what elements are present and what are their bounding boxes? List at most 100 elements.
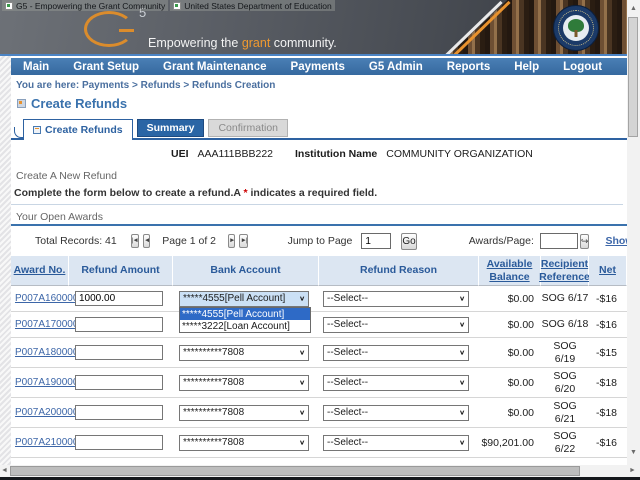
refund-amount-input[interactable] xyxy=(75,435,163,450)
vertical-scrollbar[interactable]: ▲ ▼ xyxy=(627,0,640,465)
bank-account-select[interactable]: **********7808 ∨ xyxy=(179,435,309,451)
tab-create-refunds[interactable]: Create Refunds xyxy=(23,119,133,140)
nav-main[interactable]: Main xyxy=(11,61,61,73)
broken-image-icon xyxy=(173,2,181,10)
chevron-down-icon: ∨ xyxy=(299,295,305,302)
tagline: Empowering the grant community. xyxy=(148,36,337,50)
bank-account-select[interactable]: *****4555[Pell Account] ∨ xyxy=(179,291,309,307)
g5-logo-g-icon xyxy=(84,11,134,47)
create-refund-section-title: Create A New Refund xyxy=(16,170,117,182)
select-value: **********7808 xyxy=(183,377,244,388)
header-recipient-reference[interactable]: Recipient Reference xyxy=(541,256,589,286)
select-value: --Select-- xyxy=(327,319,368,330)
recipient-reference-cell: SOG 6/22 xyxy=(541,428,589,458)
main-content: You are here: Payments > Refunds > Refun… xyxy=(11,75,627,465)
refund-reason-select[interactable]: --Select-- ∨ xyxy=(323,291,469,307)
awards-per-page-input[interactable] xyxy=(540,233,578,249)
header-refund-reason: Refund Reason xyxy=(319,256,479,286)
open-awards-section-title: Your Open Awards xyxy=(16,211,103,223)
recipient-reference-cell: SOG 6/19 xyxy=(541,338,589,368)
awards-per-page-go-icon[interactable]: ↪ xyxy=(580,234,590,249)
tab-summary[interactable]: Summary xyxy=(137,119,205,137)
chevron-down-icon: ∨ xyxy=(459,349,465,356)
select-value: --Select-- xyxy=(327,377,368,388)
form-instruction: Complete the form below to create a refu… xyxy=(14,187,377,199)
chevron-down-icon: ∨ xyxy=(299,439,305,446)
nav-payments[interactable]: Payments xyxy=(279,61,357,73)
nav-g5-admin[interactable]: G5 Admin xyxy=(357,61,435,73)
chevron-down-icon: ∨ xyxy=(459,409,465,416)
chevron-down-icon: ∨ xyxy=(459,321,465,328)
broken-image-left-text: G5 - Empowering the Grant Community xyxy=(16,1,165,11)
refund-reason-select[interactable]: --Select-- ∨ xyxy=(323,317,469,333)
available-balance-cell: $0.00 xyxy=(479,398,541,428)
scroll-right-icon[interactable]: ► xyxy=(629,467,636,474)
header-available-balance[interactable]: Available Balance xyxy=(479,256,541,286)
table-row: P007A210000 **********7808 ∨ --Select-- … xyxy=(11,428,627,458)
nav-reports[interactable]: Reports xyxy=(435,61,502,73)
nav-grant-setup[interactable]: Grant Setup xyxy=(61,61,151,73)
breadcrumb: You are here: Payments > Refunds > Refun… xyxy=(16,80,275,91)
refund-amount-input[interactable] xyxy=(75,317,163,332)
recipient-reference-cell: SOG 6/17 xyxy=(541,286,589,312)
previous-page-button[interactable]: ◄ xyxy=(143,234,150,248)
vertical-scrollbar-thumb[interactable] xyxy=(628,17,638,137)
refund-amount-input[interactable] xyxy=(75,405,163,420)
tab-icon xyxy=(33,126,41,134)
go-button[interactable]: Go xyxy=(401,233,416,250)
nav-logout[interactable]: Logout xyxy=(551,61,614,73)
select-value: **********7808 xyxy=(183,437,244,448)
recipient-reference-cell: SOG 6/20 xyxy=(541,368,589,398)
g5-logo: 5 xyxy=(84,11,134,47)
last-page-button[interactable]: ►| xyxy=(239,234,247,248)
jump-to-page-input[interactable] xyxy=(361,233,391,249)
jump-to-page-label: Jump to Page xyxy=(288,235,353,247)
refund-reason-select[interactable]: --Select-- ∨ xyxy=(323,345,469,361)
net-cell: -$16 xyxy=(589,312,627,338)
show-all-awards-link[interactable]: Show All A xyxy=(605,235,627,247)
refund-reason-select[interactable]: --Select-- ∨ xyxy=(323,375,469,391)
nav-grant-maintenance[interactable]: Grant Maintenance xyxy=(151,61,279,73)
page-title: Create Refunds xyxy=(17,96,127,111)
page-title-icon xyxy=(17,99,26,108)
banner-alt-labels: G5 - Empowering the Grant Community Unit… xyxy=(2,0,335,11)
horizontal-scrollbar[interactable]: ◄ ► xyxy=(0,465,640,477)
select-value: **********7808 xyxy=(183,407,244,418)
pagination-bar: Total Records: 41 |◄ ◄ Page 1 of 2 ► ►| … xyxy=(11,228,627,254)
tab-curve-decoration xyxy=(14,127,23,138)
available-balance-cell: $0.00 xyxy=(479,312,541,338)
refund-amount-input[interactable] xyxy=(75,375,163,390)
dropdown-option-loan[interactable]: *****3222[Loan Account] xyxy=(180,320,310,332)
header-net[interactable]: Net xyxy=(589,256,627,286)
next-page-button[interactable]: ► xyxy=(228,234,235,248)
bank-account-select[interactable]: **********7808 ∨ xyxy=(179,345,309,361)
select-value: --Select-- xyxy=(327,293,368,304)
header-award-no[interactable]: Award No. xyxy=(11,256,69,286)
scroll-left-icon[interactable]: ◄ xyxy=(1,467,8,474)
net-cell: -$16 xyxy=(589,428,627,458)
broken-image-right-text: United States Department of Education xyxy=(184,1,331,11)
horizontal-scrollbar-thumb[interactable] xyxy=(10,466,580,476)
institution-info: UEI AAA111BBB222 Institution Name COMMUN… xyxy=(171,148,533,160)
refund-reason-select[interactable]: --Select-- ∨ xyxy=(323,405,469,421)
available-balance-cell: $0.00 xyxy=(479,368,541,398)
net-cell: -$18 xyxy=(589,368,627,398)
bank-account-select[interactable]: **********7808 ∨ xyxy=(179,375,309,391)
select-value: --Select-- xyxy=(327,407,368,418)
left-striped-border xyxy=(0,56,11,465)
banner: G5 - Empowering the Grant Community Unit… xyxy=(0,0,627,56)
uei-value: AAA111BBB222 xyxy=(198,148,274,160)
dropdown-option-pell[interactable]: *****4555[Pell Account] xyxy=(180,308,310,320)
scroll-up-icon[interactable]: ▲ xyxy=(627,5,640,12)
bank-account-select[interactable]: **********7808 ∨ xyxy=(179,405,309,421)
refund-amount-input[interactable] xyxy=(75,345,163,360)
refund-reason-select[interactable]: --Select-- ∨ xyxy=(323,435,469,451)
breadcrumb-path[interactable]: Payments > Refunds > Refunds Creation xyxy=(82,80,275,91)
scroll-down-icon[interactable]: ▼ xyxy=(627,449,640,456)
net-cell: -$16 xyxy=(589,286,627,312)
first-page-button[interactable]: |◄ xyxy=(131,234,139,248)
nav-help[interactable]: Help xyxy=(502,61,551,73)
total-records-label: Total Records: 41 xyxy=(35,235,117,247)
chevron-down-icon: ∨ xyxy=(459,295,465,302)
refund-amount-input[interactable] xyxy=(75,291,163,306)
